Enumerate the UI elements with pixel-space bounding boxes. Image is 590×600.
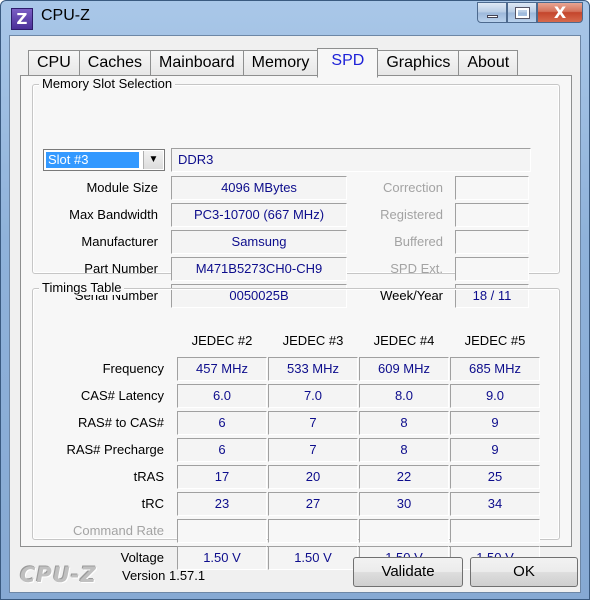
client-area: CPU Caches Mainboard Memory SPD Graphics About…	[9, 35, 581, 593]
tab-strip: CPU Caches Mainboard Memory SPD Graphics About	[28, 48, 519, 78]
tab-about[interactable]: About	[458, 50, 519, 76]
module-size-field: 4096 MBytes	[171, 176, 347, 200]
slot-select[interactable]: Slot #3 ▼	[43, 149, 165, 171]
tab-mainboard[interactable]: Mainboard	[150, 50, 244, 76]
timings-cell: 9.0	[450, 384, 540, 408]
timings-cell	[177, 519, 267, 543]
tab-graphics[interactable]: Graphics	[377, 50, 460, 76]
close-icon: X	[553, 3, 567, 22]
maximize-icon	[515, 7, 530, 19]
cpuz-app-icon[interactable]: Z	[11, 8, 33, 30]
tab-memory[interactable]: Memory	[242, 50, 319, 76]
spd-ext-field	[455, 257, 529, 281]
max-bandwidth-field: PC3-10700 (667 MHz)	[171, 203, 347, 227]
minimize-button[interactable]	[477, 2, 507, 23]
timings-row-label: tRAS	[133, 469, 164, 484]
validate-button[interactable]: Validate	[353, 557, 463, 587]
timings-cell: 30	[359, 492, 449, 516]
tab-caches[interactable]: Caches	[78, 50, 152, 76]
version-label: Version 1.57.1	[122, 568, 206, 583]
manufacturer-label: Manufacturer	[81, 234, 158, 249]
timings-cell: 6	[177, 438, 267, 462]
timings-cell: 609 MHz	[359, 357, 449, 381]
timings-column-header: JEDEC #2	[191, 333, 253, 348]
manufacturer-field: Samsung	[171, 230, 347, 254]
module-size-label: Module Size	[86, 180, 158, 195]
timings-cell: 17	[177, 465, 267, 489]
cpuz-window: Z CPU-Z X CPU Caches Mainboard Memory SPD Gra…	[0, 0, 590, 600]
buffered-label: Buffered	[394, 234, 443, 249]
timings-cell: 22	[359, 465, 449, 489]
timings-cell	[359, 519, 449, 543]
timings-cell: 9	[450, 411, 540, 435]
timings-row-label: CAS# Latency	[80, 388, 164, 403]
timings-cell: 25	[450, 465, 540, 489]
timings-row-label: RAS# Precharge	[66, 442, 164, 457]
timings-cell: 9	[450, 438, 540, 462]
timings-cell: 533 MHz	[268, 357, 358, 381]
timings-cell: 685 MHz	[450, 357, 540, 381]
slot-select-value: Slot #3	[46, 152, 139, 168]
registered-field	[455, 203, 529, 227]
part-number-field: M471B5273CH0-CH9	[171, 257, 347, 281]
close-button[interactable]: X	[537, 2, 583, 23]
ok-button[interactable]: OK	[470, 557, 578, 587]
buffered-field	[455, 230, 529, 254]
chevron-down-icon[interactable]: ▼	[143, 151, 163, 169]
timings-column-header: JEDEC #5	[464, 333, 526, 348]
timings-cell: 7.0	[268, 384, 358, 408]
timings-cell: 8.0	[359, 384, 449, 408]
timings-cell: 34	[450, 492, 540, 516]
timings-cell: 23	[177, 492, 267, 516]
timings-column-header: JEDEC #3	[282, 333, 344, 348]
tab-spd[interactable]: SPD	[317, 48, 379, 78]
timings-row-label: Command Rate	[72, 523, 164, 538]
timings-cell: 20	[268, 465, 358, 489]
max-bandwidth-label: Max Bandwidth	[69, 207, 158, 222]
timings-cell	[268, 519, 358, 543]
part-number-label: Part Number	[84, 261, 158, 276]
timings-row-label: Frequency	[102, 361, 164, 376]
tab-cpu[interactable]: CPU	[28, 50, 80, 76]
timings-cell: 7	[268, 411, 358, 435]
spd-tab-panel: Memory Slot Selection Slot #3 ▼ DDR3 Mod…	[20, 75, 572, 570]
spd-ext-label: SPD Ext.	[390, 261, 443, 276]
timings-row-label: RAS# to CAS#	[78, 415, 164, 430]
caption-buttons: X	[477, 2, 583, 23]
footer-bar: CPU-Z Version 1.57.1 Validate OK	[10, 551, 582, 593]
timings-row-label: tRC	[141, 496, 164, 511]
timings-cell: 8	[359, 438, 449, 462]
timings-cell: 457 MHz	[177, 357, 267, 381]
timings-cell: 6.0	[177, 384, 267, 408]
timings-column-header: JEDEC #4	[373, 333, 435, 348]
memory-slot-selection-title: Memory Slot Selection	[39, 76, 176, 91]
title-bar[interactable]: Z CPU-Z X	[1, 1, 589, 35]
timings-table-title: Timings Table	[39, 280, 125, 295]
timings-cell: 6	[177, 411, 267, 435]
correction-label: Correction	[383, 180, 443, 195]
correction-field	[455, 176, 529, 200]
timings-cell	[450, 519, 540, 543]
timings-cell: 7	[268, 438, 358, 462]
timings-cell: 27	[268, 492, 358, 516]
memory-type-field: DDR3	[171, 148, 531, 172]
timings-cell: 8	[359, 411, 449, 435]
registered-label: Registered	[380, 207, 443, 222]
window-title: CPU-Z	[41, 7, 90, 24]
minimize-icon	[487, 15, 498, 18]
maximize-button[interactable]	[507, 2, 537, 23]
cpuz-logo: CPU-Z	[20, 563, 97, 587]
